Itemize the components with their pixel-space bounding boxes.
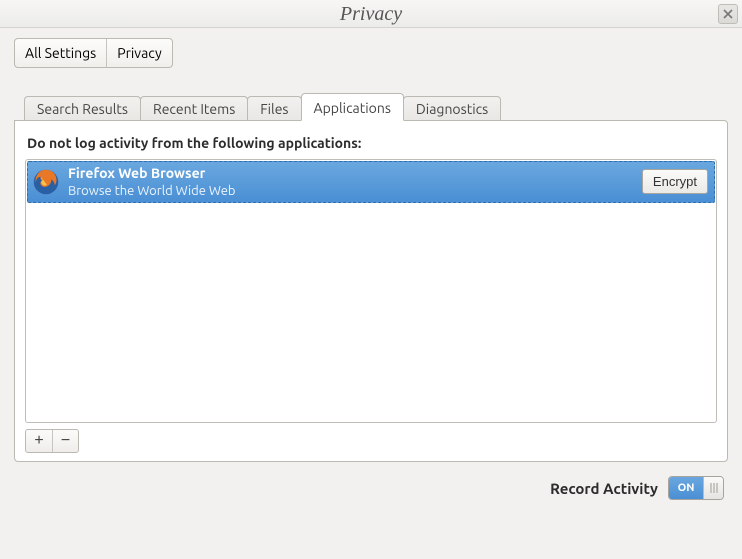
record-activity-toggle[interactable]: ON [668, 476, 724, 500]
breadcrumb: All Settings Privacy [14, 38, 173, 68]
breadcrumb-privacy[interactable]: Privacy [106, 39, 171, 67]
encrypt-button[interactable]: Encrypt [642, 169, 708, 194]
tabs: Search Results Recent Items Files Applic… [14, 92, 728, 120]
add-button[interactable]: + [26, 430, 52, 452]
tab-search-results[interactable]: Search Results [24, 96, 141, 121]
add-remove-toolbar: + − [25, 429, 79, 453]
toggle-on-label: ON [669, 477, 703, 499]
record-activity-label: Record Activity [550, 480, 658, 497]
tab-recent-items[interactable]: Recent Items [140, 96, 248, 121]
app-name: Firefox Web Browser [68, 165, 642, 183]
close-icon [723, 9, 733, 19]
close-button[interactable] [718, 4, 738, 24]
toggle-knob [703, 477, 723, 499]
firefox-icon [32, 168, 60, 196]
remove-button[interactable]: − [52, 430, 78, 452]
tab-applications[interactable]: Applications [301, 93, 404, 121]
breadcrumb-all-settings[interactable]: All Settings [15, 39, 106, 67]
tab-files[interactable]: Files [247, 96, 301, 121]
tab-diagnostics[interactable]: Diagnostics [403, 96, 501, 121]
window-title: Privacy [340, 3, 402, 25]
panel-heading: Do not log activity from the following a… [27, 135, 717, 151]
list-item-text: Firefox Web Browser Browse the World Wid… [68, 165, 642, 199]
list-item[interactable]: Firefox Web Browser Browse the World Wid… [27, 161, 715, 203]
footer: Record Activity ON [0, 462, 742, 514]
applications-panel: Do not log activity from the following a… [14, 120, 728, 462]
applications-list[interactable]: Firefox Web Browser Browse the World Wid… [25, 159, 717, 423]
app-description: Browse the World Wide Web [68, 183, 642, 199]
